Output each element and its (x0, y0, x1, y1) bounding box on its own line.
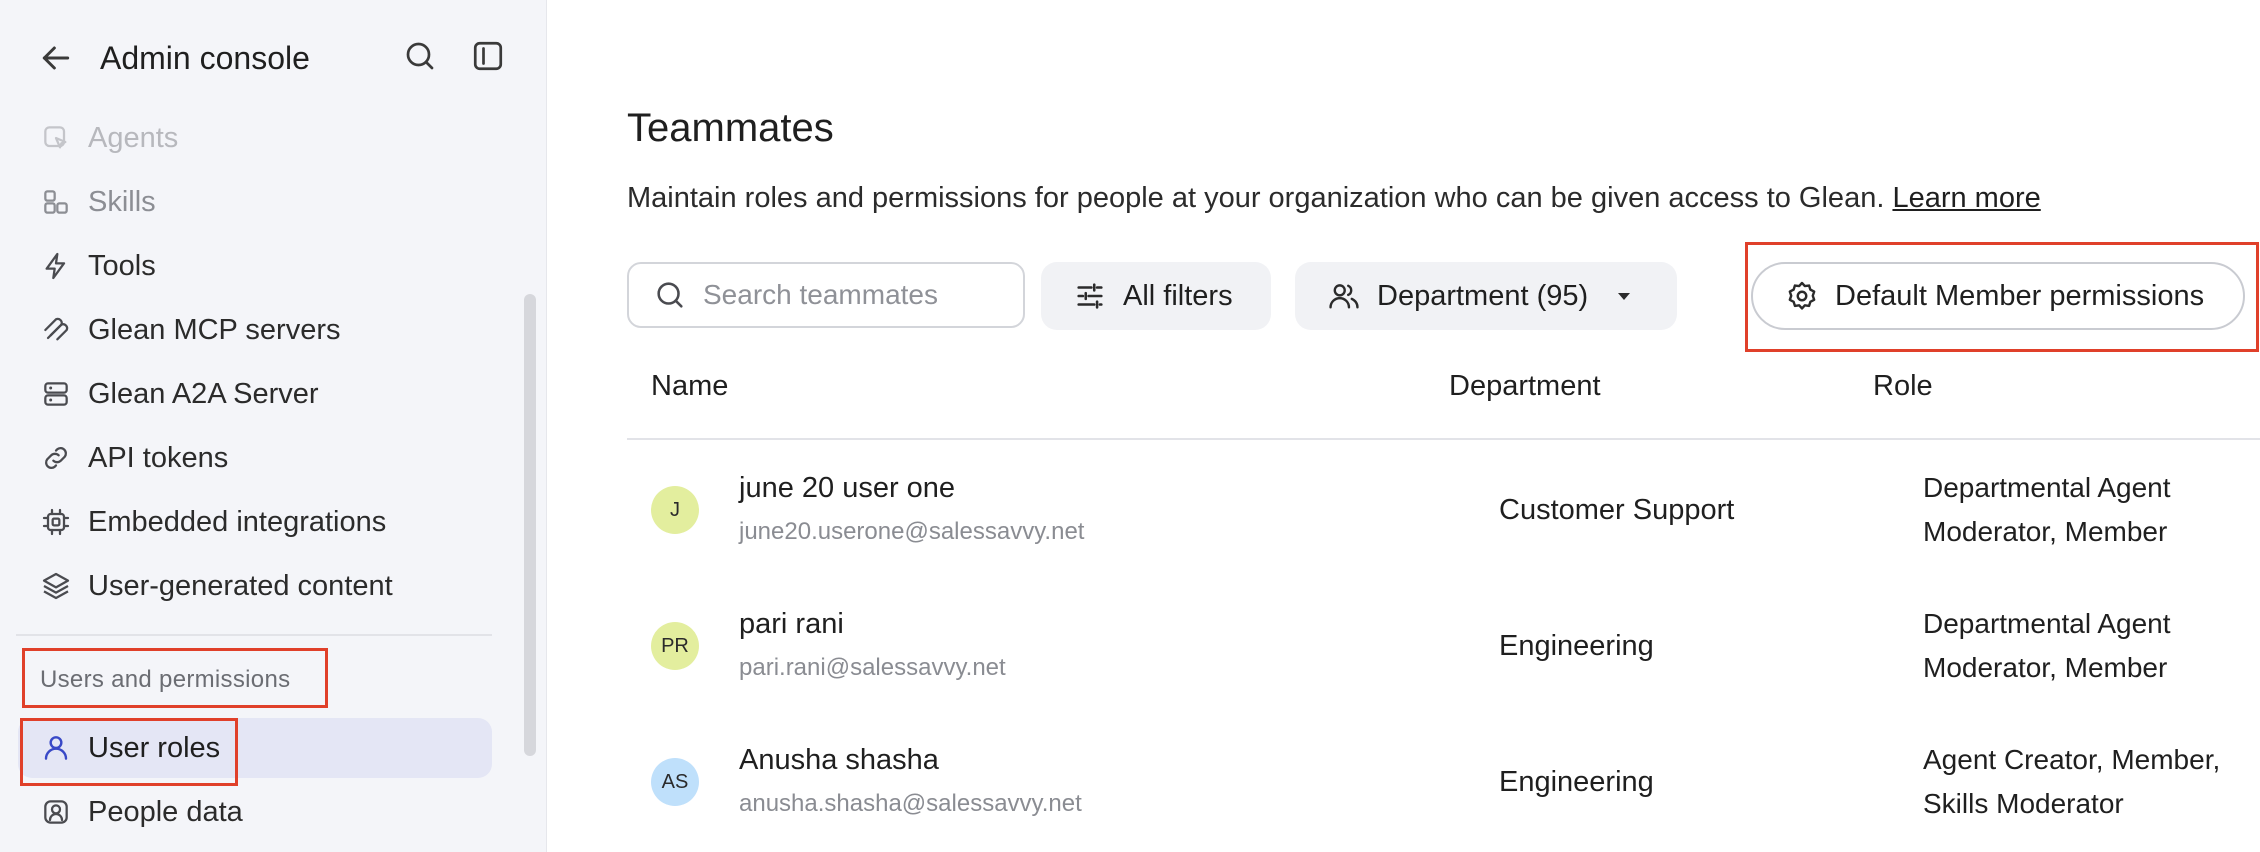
teammate-name: pari rani (739, 608, 844, 640)
teammate-name: june 20 user one (739, 472, 956, 504)
sidebar-item-people-data[interactable]: People data (18, 782, 492, 842)
page-description: Maintain roles and permissions for peopl… (627, 182, 2041, 215)
all-filters-label: All filters (1123, 279, 1233, 312)
sidebar-scrollbar[interactable] (524, 294, 536, 756)
teammate-department: Customer Support (1499, 494, 1735, 526)
avatar: J (651, 486, 699, 534)
sidebar-item-label: Skills (88, 185, 156, 218)
search-icon[interactable] (402, 38, 438, 74)
description-text: Maintain roles and permissions for peopl… (627, 182, 1885, 214)
back-arrow-icon[interactable] (36, 38, 76, 78)
sidebar-item-label: User roles (88, 731, 221, 764)
page-title: Teammates (627, 106, 834, 150)
table-row[interactable]: AS Anusha shasha anusha.shasha@salessavv… (627, 712, 2260, 848)
avatar: PR (651, 622, 699, 670)
teammate-email: june20.userone@salessavvy.net (739, 518, 1085, 545)
caret-down-icon (1612, 284, 1636, 308)
user-icon (38, 730, 74, 766)
sidebar-item-label: Embedded integrations (88, 505, 387, 538)
teammate-role: Agent Creator, Member, Skills Moderator (1923, 744, 2221, 819)
department-filter-label: Department (95) (1377, 279, 1589, 312)
default-member-permissions-label: Default Member permissions (1835, 279, 2205, 312)
sidebar-item-label: People data (88, 795, 243, 828)
teammate-role: Departmental Agent Moderator, Member (1923, 608, 2171, 683)
sidebar-divider (16, 634, 492, 636)
sidebar-item-agents[interactable]: Agents (18, 108, 492, 168)
sidebar-item-glean-a2a-server[interactable]: Glean A2A Server (18, 364, 492, 424)
sidebar-item-label: Agents (88, 121, 179, 154)
all-filters-button[interactable]: All filters (1041, 262, 1271, 330)
mcp-icon (38, 312, 74, 348)
search-icon (653, 278, 687, 312)
person-badge-icon (38, 794, 74, 830)
sidebar-item-label: Tools (88, 249, 156, 282)
search-input[interactable] (701, 278, 1005, 312)
sidebar-item-user-roles[interactable]: User roles (18, 718, 492, 778)
sidebar-title: Admin console (100, 40, 310, 76)
layers-icon (38, 568, 74, 604)
avatar: AS (651, 758, 699, 806)
sidebar-item-label: API tokens (88, 441, 229, 474)
teammate-department: Engineering (1499, 766, 1654, 798)
column-header-role[interactable]: Role (1873, 370, 1933, 403)
sidebar-item-skills[interactable]: Skills (18, 172, 492, 232)
learn-more-link[interactable]: Learn more (1892, 182, 2040, 214)
skills-icon (38, 184, 74, 220)
agents-icon (38, 120, 74, 156)
link-icon (38, 440, 74, 476)
bolt-icon (38, 248, 74, 284)
column-header-name[interactable]: Name (651, 370, 728, 403)
sidebar-collapse-icon[interactable] (470, 38, 506, 74)
sidebar-item-label: Glean MCP servers (88, 313, 341, 346)
server-icon (38, 376, 74, 412)
department-filter-dropdown[interactable]: Department (95) (1295, 262, 1677, 330)
sidebar: Admin console Agents Skills Tools Glean … (0, 0, 547, 852)
teammate-department: Engineering (1499, 630, 1654, 662)
table-row[interactable]: PR pari rani pari.rani@salessavvy.net En… (627, 576, 2260, 712)
sliders-icon (1073, 279, 1107, 313)
gear-icon (1785, 279, 1819, 313)
sidebar-item-label: User-generated content (88, 569, 393, 602)
teammate-email: pari.rani@salessavvy.net (739, 654, 1006, 681)
default-member-permissions-button[interactable]: Default Member permissions (1751, 262, 2245, 330)
main-content: Teammates Maintain roles and permissions… (547, 0, 2260, 852)
sidebar-item-embedded-integrations[interactable]: Embedded integrations (18, 492, 492, 552)
column-header-department[interactable]: Department (1449, 370, 1601, 403)
sidebar-item-user-generated-content[interactable]: User-generated content (18, 556, 492, 616)
sidebar-item-api-tokens[interactable]: API tokens (18, 428, 492, 488)
search-teammates-field[interactable] (627, 262, 1025, 328)
sidebar-item-label: Glean A2A Server (88, 377, 319, 410)
section-label-users-and-permissions: Users and permissions (40, 666, 291, 693)
sidebar-item-tools[interactable]: Tools (18, 236, 492, 296)
sidebar-item-glean-mcp-servers[interactable]: Glean MCP servers (18, 300, 492, 360)
table-row[interactable]: J june 20 user one june20.userone@saless… (627, 440, 2260, 576)
teammate-role: Departmental Agent Moderator, Member (1923, 472, 2171, 547)
teammate-email: anusha.shasha@salessavvy.net (739, 790, 1082, 817)
teammate-name: Anusha shasha (739, 744, 939, 776)
people-icon (1327, 279, 1361, 313)
chip-icon (38, 504, 74, 540)
sidebar-header: Admin console (0, 0, 546, 112)
